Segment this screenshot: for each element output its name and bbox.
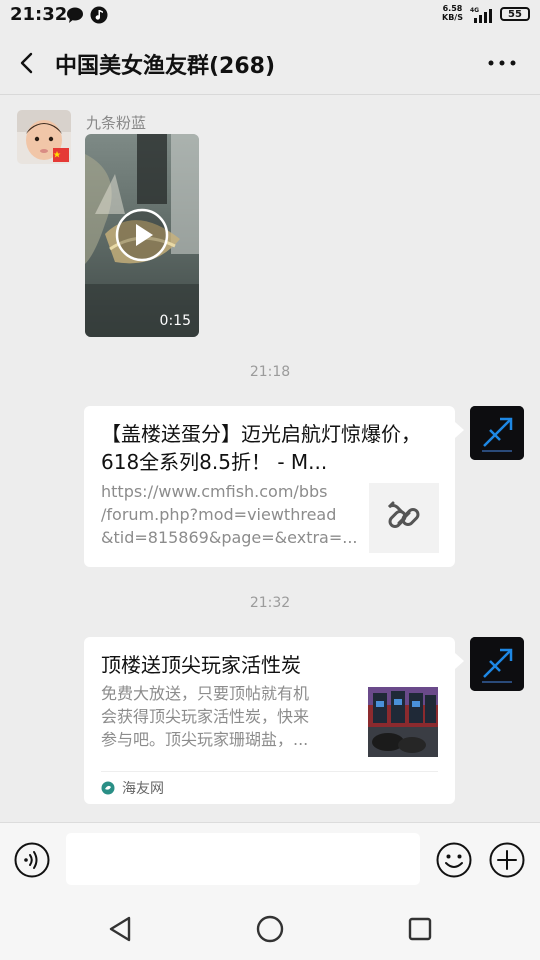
url-line: https://www.cmfish.com/bbs [101, 482, 328, 501]
music-notification-icon [90, 6, 108, 24]
status-time: 21:32 [10, 4, 68, 25]
description-line: 参与吧。顶尖玩家珊瑚盐，... [101, 730, 309, 749]
chat-header: 中国美女渔友群(268) [0, 32, 540, 95]
article-card[interactable]: 顶楼送顶尖玩家活性炭 免费大放送，只要顶帖就有机 会获得顶尖玩家活性炭，快来 参… [84, 637, 464, 804]
emoji-button[interactable] [436, 842, 472, 878]
system-nav-bar [0, 898, 540, 960]
my-avatar[interactable] [470, 637, 524, 691]
sender-name: 九条粉蓝 [86, 114, 147, 132]
article-thumbnail [368, 687, 438, 757]
input-bar [0, 822, 540, 899]
link-card[interactable]: 【盖楼送蛋分】迈光启航灯惊爆价，618全系列8.5折！ - M... https… [84, 406, 464, 567]
source-icon [101, 781, 115, 795]
nav-recents-button[interactable] [405, 914, 435, 944]
url-line: /forum.php?mod=viewthread [101, 505, 337, 524]
signal-icon: 4G [470, 7, 492, 23]
battery-icon: 55 [500, 7, 530, 21]
bubble-tail [455, 422, 464, 438]
description-line: 免费大放送，只要顶帖就有机 [101, 684, 310, 703]
network-type-label: 4G [470, 7, 479, 14]
play-icon[interactable] [115, 208, 169, 262]
card-divider [101, 771, 438, 772]
video-duration: 0:15 [159, 313, 191, 329]
timestamp: 21:18 [249, 364, 291, 380]
description-line: 会获得顶尖玩家活性炭，快来 [101, 707, 310, 726]
nav-back-button[interactable] [105, 914, 135, 944]
url-line: &tid=815869&page=&extra=... [101, 528, 358, 547]
bubble-tail [455, 653, 464, 669]
source-name: 海友网 [122, 781, 164, 797]
link-icon [387, 501, 420, 528]
chat-notification-icon [67, 7, 83, 23]
article-description: 免费大放送，只要顶帖就有机 会获得顶尖玩家活性炭，快来 参与吧。顶尖玩家珊瑚盐，… [101, 682, 353, 751]
back-button[interactable] [14, 48, 42, 78]
speed-unit: KB/S [442, 13, 463, 22]
my-avatar[interactable] [470, 406, 524, 460]
sender-avatar[interactable] [17, 110, 71, 164]
article-title: 顶楼送顶尖玩家活性炭 [101, 653, 301, 677]
timestamp: 21:32 [249, 595, 291, 611]
message-input[interactable] [66, 833, 420, 885]
link-thumbnail [369, 483, 439, 553]
voice-input-button[interactable] [14, 842, 50, 878]
more-options-button[interactable] [484, 50, 520, 76]
nav-home-button[interactable] [255, 914, 285, 944]
more-functions-button[interactable] [489, 842, 525, 878]
network-speed: 6.58 KB/S [442, 4, 463, 22]
video-message[interactable]: 0:15 [85, 134, 199, 337]
status-bar: 21:32 6.58 KB/S 4G 55 [0, 0, 540, 32]
chat-title: 中国美女渔友群(268) [55, 54, 276, 79]
link-url: https://www.cmfish.com/bbs /forum.php?mo… [101, 480, 358, 549]
link-title: 【盖楼送蛋分】迈光启航灯惊爆价，618全系列8.5折！ - M... [101, 422, 421, 474]
speed-value: 6.58 [442, 4, 463, 13]
